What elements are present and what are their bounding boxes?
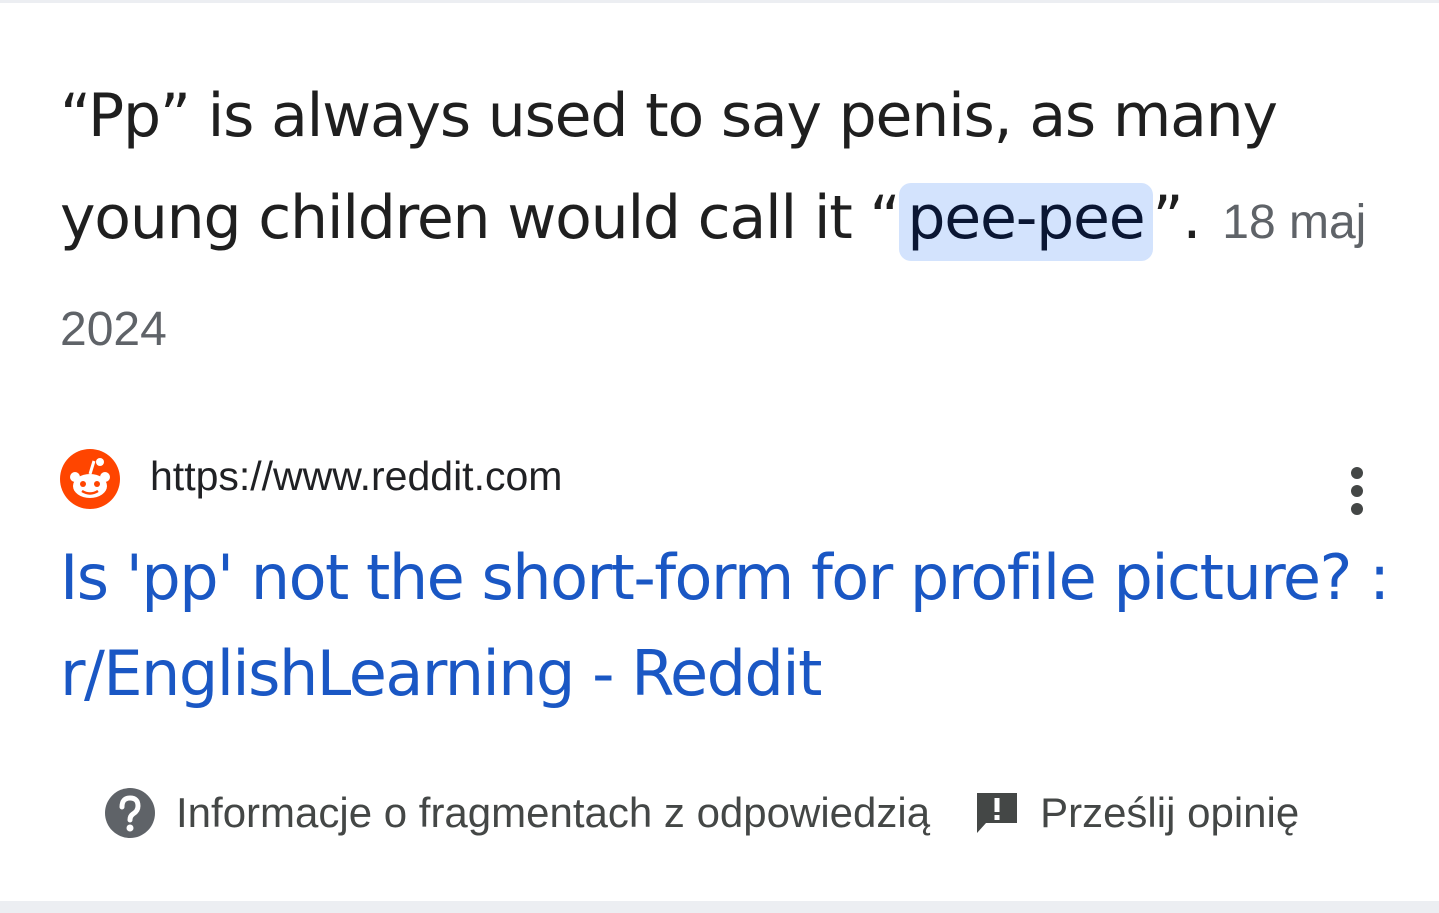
snippet-text-end: ”. <box>1152 183 1202 253</box>
bottom-divider <box>0 901 1439 913</box>
featured-snippet-text: “Pp” is always used to say penis, as man… <box>60 65 1380 381</box>
more-options-button[interactable] <box>1334 462 1380 520</box>
more-vert-icon <box>1351 467 1363 515</box>
help-circle-icon <box>105 788 155 838</box>
send-feedback-label: Prześlij opinię <box>1040 789 1300 836</box>
feedback-icon <box>977 793 1018 833</box>
about-featured-snippets-label: Informacje o fragmentach z odpowiedzią <box>176 789 931 836</box>
result-title-link[interactable]: Is 'pp' not the short-form for profile p… <box>60 530 1390 722</box>
snippet-footer: Informacje o fragmentach z odpowiedzią P… <box>104 780 1299 846</box>
reddit-logo-icon <box>60 449 120 509</box>
about-featured-snippets-button[interactable]: Informacje o fragmentach z odpowiedzią <box>104 787 930 839</box>
source-url[interactable]: https://www.reddit.com <box>150 453 562 500</box>
send-feedback-button[interactable]: Prześlij opinię <box>974 789 1299 837</box>
source-row[interactable]: https://www.reddit.com <box>60 448 562 510</box>
top-divider <box>0 0 1439 3</box>
snippet-highlight: pee-pee <box>899 183 1153 261</box>
